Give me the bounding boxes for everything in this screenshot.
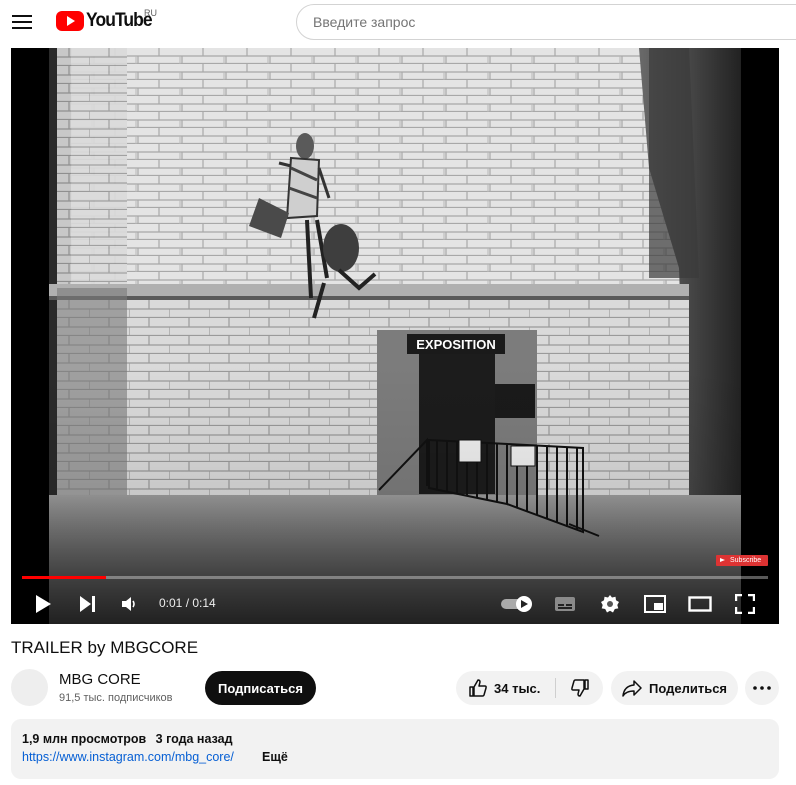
more-actions-button[interactable] <box>745 671 779 705</box>
theater-mode-icon[interactable] <box>685 584 715 624</box>
region-code: RU <box>144 8 157 18</box>
thumbs-down-icon <box>570 679 589 697</box>
next-video-icon[interactable] <box>73 584 101 624</box>
video-title: TRAILER by MBGCORE <box>11 638 199 657</box>
exposition-sign: EXPOSITION <box>416 337 495 352</box>
thumbs-up-icon <box>469 679 487 697</box>
settings-gear-icon[interactable] <box>596 584 624 624</box>
video-player[interactable]: EXPOSITION Subscribe 0:01 / 0:14 <box>11 48 779 624</box>
youtube-logo[interactable]: YouTube <box>56 10 157 32</box>
progress-fill <box>22 576 107 579</box>
upload-date: 3 года назад <box>155 732 233 746</box>
instagram-link[interactable]: https://www.instagram.com/mbg_core/ <box>22 750 234 764</box>
like-dislike-group: 34 тыс. <box>456 671 603 705</box>
search-input[interactable] <box>297 5 796 39</box>
subscriber-count: 91,5 тыс. подписчиков <box>59 692 173 704</box>
time-display: 0:01 / 0:14 <box>159 596 216 610</box>
play-icon[interactable] <box>29 584 57 624</box>
miniplayer-icon[interactable] <box>641 584 669 624</box>
dislike-button[interactable] <box>556 671 603 705</box>
channel-avatar[interactable] <box>11 669 48 706</box>
top-bar: YouTube RU <box>0 0 796 44</box>
subtitles-icon[interactable] <box>551 584 579 624</box>
view-date-line: 1,9 млн просмотров 3 года назад <box>22 732 233 746</box>
volume-icon[interactable] <box>117 584 141 624</box>
fullscreen-icon[interactable] <box>731 584 759 624</box>
share-button[interactable]: Поделиться <box>611 671 738 705</box>
player-controls: 0:01 / 0:14 <box>11 584 779 624</box>
autoplay-toggle[interactable] <box>497 584 537 624</box>
show-more-button[interactable]: Ещё <box>262 750 288 764</box>
subscribe-watermark[interactable]: Subscribe <box>716 555 768 566</box>
share-label: Поделиться <box>649 680 728 696</box>
channel-name[interactable]: MBG CORE <box>59 671 141 688</box>
share-arrow-icon <box>622 680 642 697</box>
like-count: 34 тыс. <box>494 680 541 696</box>
search-box <box>296 4 796 40</box>
youtube-play-icon <box>56 11 84 31</box>
hamburger-menu-icon[interactable] <box>12 12 32 32</box>
progress-bar[interactable] <box>22 576 768 579</box>
like-button[interactable]: 34 тыс. <box>456 671 555 705</box>
view-count: 1,9 млн просмотров <box>22 732 147 746</box>
description-box[interactable]: 1,9 млн просмотров 3 года назад https://… <box>11 719 779 779</box>
subscribe-button[interactable]: Подписаться <box>205 671 316 705</box>
logo-wordmark: YouTube <box>86 10 153 31</box>
more-dots-icon <box>753 686 771 690</box>
